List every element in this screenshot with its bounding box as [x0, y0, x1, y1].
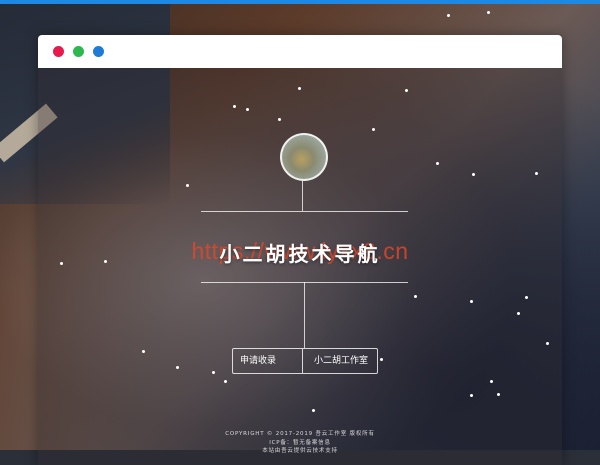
snow-particle: [436, 162, 439, 165]
snow-particle: [186, 184, 189, 187]
snow-particle: [380, 358, 383, 361]
support-text: 本站由吾云提供云技术支持: [262, 448, 338, 454]
snow-particle: [490, 380, 493, 383]
snow-particle: [472, 173, 475, 176]
snow-particle: [298, 87, 301, 90]
browser-titlebar: [38, 35, 562, 68]
snow-particle: [525, 296, 528, 299]
snow-particle: [312, 409, 315, 412]
icp-text: ICP备：暂无备案信息: [269, 439, 331, 446]
snow-particle: [517, 312, 520, 315]
studio-button[interactable]: 小二胡工作室: [302, 349, 377, 373]
snow-particle: [60, 262, 63, 265]
snow-particle: [246, 108, 249, 111]
snow-particle: [233, 105, 236, 108]
snow-particle: [176, 366, 179, 369]
snow-particle: [405, 89, 408, 92]
footer: COPYRIGHT © 2017-2019 吾云工作室 版权所有 ICP备：暂无…: [38, 430, 562, 456]
divider-line: [302, 181, 303, 211]
snow-particle: [142, 350, 145, 353]
snow-particle: [447, 14, 450, 17]
browser-window: https://www.lyxx8.cn 小二胡技术导航 申请收录 小二胡工作室…: [38, 35, 562, 465]
divider-line: [304, 282, 305, 348]
page-content: https://www.lyxx8.cn 小二胡技术导航 申请收录 小二胡工作室…: [38, 68, 562, 465]
snow-particle: [535, 172, 538, 175]
snow-particle: [487, 11, 490, 14]
snow-particle: [414, 295, 417, 298]
close-dot[interactable]: [53, 46, 64, 57]
snow-particle: [212, 371, 215, 374]
snow-particle: [470, 394, 473, 397]
snow-particle: [497, 393, 500, 396]
snow-particle: [470, 300, 473, 303]
snow-particle: [278, 118, 281, 121]
snow-particle: [224, 380, 227, 383]
apply-listing-button[interactable]: 申请收录: [233, 349, 302, 373]
snow-particle: [104, 260, 107, 263]
maximize-dot[interactable]: [93, 46, 104, 57]
action-buttons: 申请收录 小二胡工作室: [232, 348, 378, 374]
divider-line: [201, 211, 408, 212]
snow-particle: [546, 342, 549, 345]
avatar: [280, 133, 328, 181]
copyright-text: COPYRIGHT © 2017-2019 吾云工作室 版权所有: [225, 431, 375, 437]
snow-particle: [372, 128, 375, 131]
minimize-dot[interactable]: [73, 46, 84, 57]
page-title: 小二胡技术导航: [219, 242, 381, 266]
